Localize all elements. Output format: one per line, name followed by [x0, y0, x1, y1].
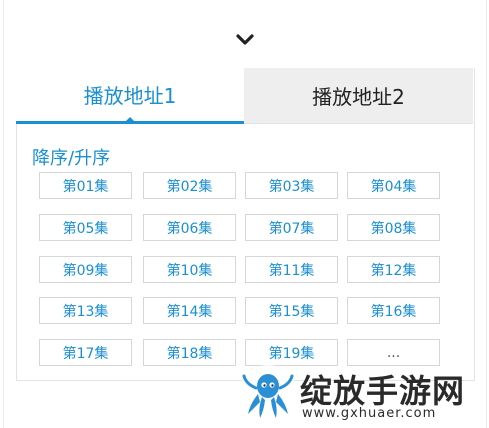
- episode-button[interactable]: 第09集: [39, 256, 132, 283]
- episode-button[interactable]: 第06集: [143, 214, 236, 241]
- tab-label: 播放地址2: [312, 85, 405, 109]
- chevron-down-icon[interactable]: [234, 30, 256, 50]
- active-tab-indicator: [123, 117, 137, 124]
- episode-button[interactable]: 第13集: [39, 297, 132, 324]
- episode-button[interactable]: 第17集: [39, 339, 132, 366]
- episode-button[interactable]: 第10集: [143, 256, 236, 283]
- episode-button[interactable]: 第03集: [245, 172, 338, 199]
- episode-button[interactable]: 第08集: [347, 214, 440, 241]
- episode-button[interactable]: 第19集: [245, 339, 338, 366]
- episode-button[interactable]: 第04集: [347, 172, 440, 199]
- episode-button[interactable]: 第07集: [245, 214, 338, 241]
- episode-button[interactable]: 第01集: [39, 172, 132, 199]
- left-divider: [3, 0, 4, 428]
- episode-button[interactable]: 第11集: [245, 256, 338, 283]
- episode-button[interactable]: 第05集: [39, 214, 132, 241]
- source-tabs: 播放地址1 播放地址2: [16, 68, 473, 124]
- more-episodes-button[interactable]: ...: [347, 339, 440, 366]
- page: 播放地址1 播放地址2 降序/升序 第01集 第02集 第03集 第04集 第0…: [0, 0, 489, 428]
- episode-button[interactable]: 第18集: [143, 339, 236, 366]
- tab-play-source-1[interactable]: 播放地址1: [16, 68, 244, 124]
- tab-play-source-2[interactable]: 播放地址2: [244, 68, 473, 124]
- tab-label: 播放地址1: [83, 84, 177, 108]
- episode-button[interactable]: 第14集: [143, 297, 236, 324]
- watermark-url: www.gxhuaer.com: [302, 406, 437, 421]
- sort-toggle-link[interactable]: 降序/升序: [32, 144, 110, 170]
- episode-button[interactable]: 第12集: [347, 256, 440, 283]
- episode-button[interactable]: 第16集: [347, 297, 440, 324]
- episode-button[interactable]: 第15集: [245, 297, 338, 324]
- episode-button[interactable]: 第02集: [143, 172, 236, 199]
- chevron-down-icon-graphic: [236, 34, 254, 45]
- watermark: 绽放手游网 www.gxhuaer.com: [238, 364, 488, 428]
- octopus-logo-icon: [239, 365, 297, 423]
